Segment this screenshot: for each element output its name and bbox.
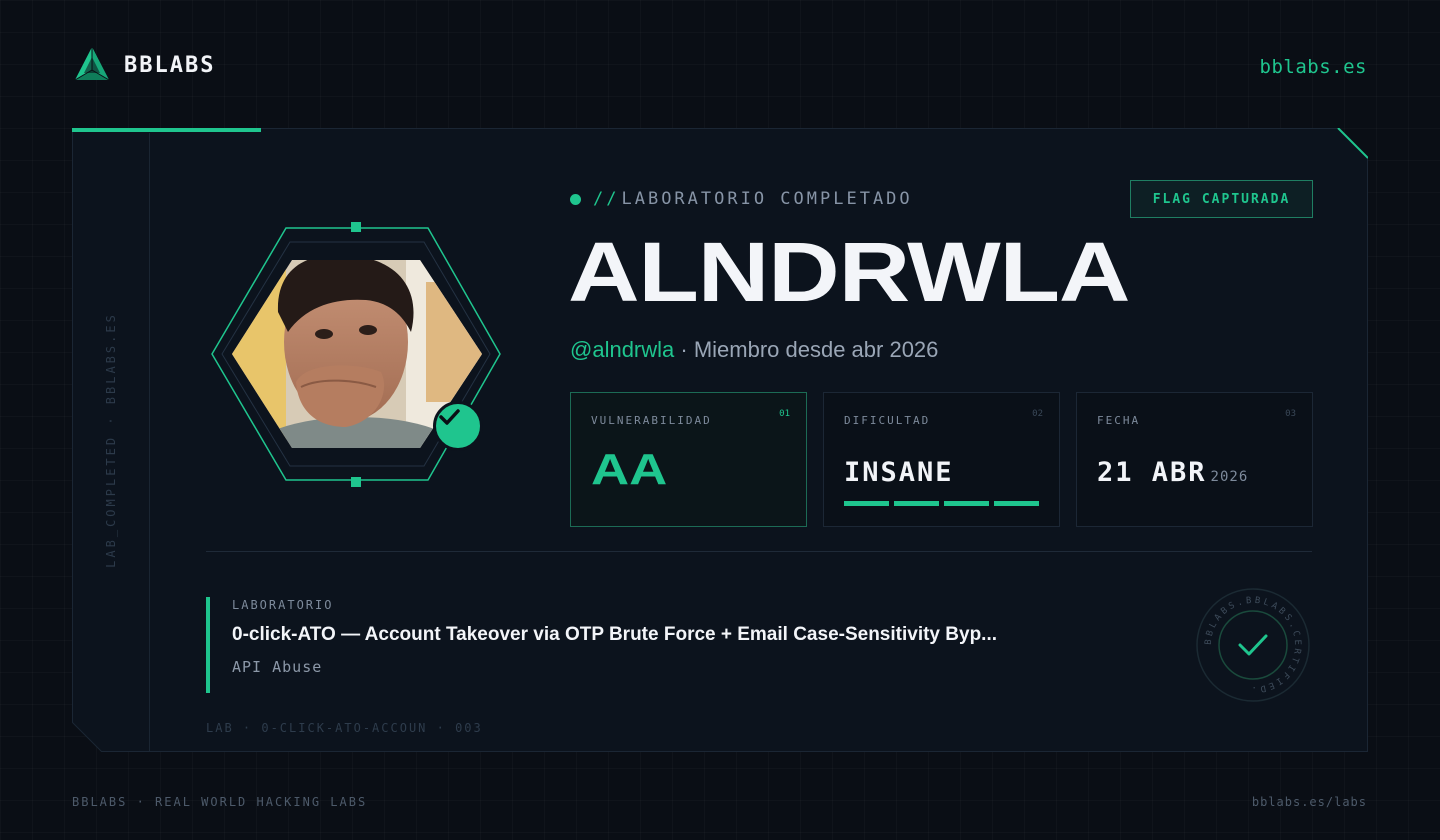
user-handle-link[interactable]: @alndrwla — [570, 337, 674, 362]
status-label: LABORATORIO COMPLETADO — [621, 189, 913, 209]
prism-triangle-logo-icon — [74, 47, 110, 81]
date-day-month: 21 ABR — [1097, 457, 1207, 488]
stat-label: FECHA — [1097, 414, 1141, 427]
brand[interactable]: BBLABS — [74, 46, 215, 84]
flag-captured-badge: FLAG CAPTURADA — [1130, 180, 1313, 218]
stat-date: FECHA 03 21 ABR 2026 — [1076, 392, 1313, 527]
footer-labs-link[interactable]: bblabs.es/labs — [1252, 795, 1367, 809]
difficulty-meter — [844, 501, 1039, 506]
stat-value: INSANE — [844, 457, 954, 488]
lab-category: API Abuse — [232, 658, 323, 676]
stat-index: 03 — [1285, 409, 1296, 419]
difficulty-bar — [844, 501, 889, 506]
check-icon — [439, 409, 460, 425]
vertical-side-label: LAB_COMPLETED · BBLABS.ES — [104, 312, 118, 568]
stat-difficulty: DIFICULTAD 02 INSANE — [823, 392, 1060, 527]
stat-value: AA — [591, 445, 668, 494]
difficulty-bar — [994, 501, 1039, 506]
card-accent-bar — [72, 128, 261, 132]
verified-badge — [433, 401, 483, 451]
section-divider — [206, 551, 1312, 552]
brand-name: BBLABS — [124, 52, 216, 78]
difficulty-bar — [944, 501, 989, 506]
lab-code: LAB · 0-CLICK-ATO-ACCOUN · 003 — [206, 721, 483, 735]
lab-title: 0-click-ATO — Account Takeover via OTP B… — [232, 624, 998, 645]
status-dot-icon — [570, 193, 581, 205]
lab-label: LABORATORIO — [232, 598, 334, 612]
status-slashes: // — [593, 189, 620, 209]
side-rail-divider — [149, 133, 150, 751]
footer-tagline: BBLABS · REAL WORLD HACKING LABS — [72, 795, 368, 809]
stat-label: DIFICULTAD — [844, 414, 931, 427]
stat-value: 21 ABR 2026 — [1097, 457, 1248, 488]
lab-info[interactable]: LABORATORIO 0-click-ATO — Account Takeov… — [206, 597, 1106, 693]
stat-index: 01 — [779, 409, 790, 419]
stat-index: 02 — [1032, 409, 1043, 419]
username-title: ALNDRWLA — [568, 225, 1131, 319]
site-url-link[interactable]: bblabs.es — [1260, 56, 1367, 78]
stat-vulnerability: VULNERABILIDAD 01 AA — [570, 392, 807, 527]
date-year: 2026 — [1210, 469, 1249, 485]
member-meta: @alndrwla · Miembro desde abr 2026 — [570, 337, 938, 363]
certified-seal-icon: BBLABS.BBLABS.CERTIFIED. — [1196, 588, 1310, 702]
status-line: // LABORATORIO COMPLETADO — [570, 189, 913, 209]
stat-label: VULNERABILIDAD — [591, 414, 712, 427]
difficulty-bar — [894, 501, 939, 506]
member-since: · Miembro desde abr 2026 — [674, 337, 939, 362]
avatar — [206, 222, 506, 488]
